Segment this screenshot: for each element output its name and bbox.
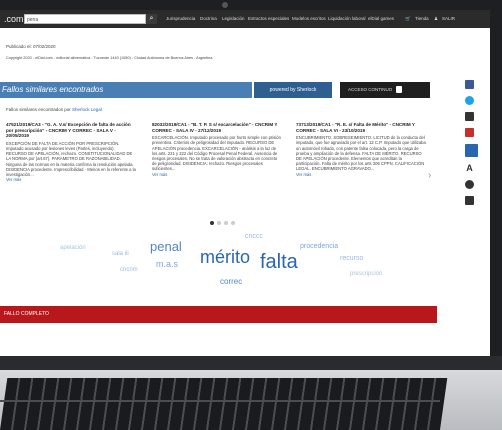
ruling-card-body: EXCEPCIÓN DE FALTA DE ACCIÓN POR PRESCRI… bbox=[6, 140, 136, 177]
nav-item-doctrina[interactable]: Doctrina bbox=[200, 16, 217, 21]
ruling-card-body: EXCARCELACIÓN. Imputado procesado por hu… bbox=[152, 135, 281, 172]
similar-rulings-banner-text: Fallos similares encontrados bbox=[2, 85, 104, 94]
cart-icon[interactable]: 🛒 bbox=[405, 16, 411, 22]
ruling-card-more-link[interactable]: Ver más bbox=[296, 172, 311, 177]
logout-link[interactable]: SALIR bbox=[442, 16, 455, 21]
similar-rulings-caption: Fallos similares encontrados por Sherloc… bbox=[6, 107, 102, 112]
cloud-word[interactable]: prescripción bbox=[350, 271, 382, 277]
copyright-line: Copyright 2020 - elDial.com - editorial … bbox=[6, 56, 213, 60]
cloud-word[interactable]: penal bbox=[150, 239, 182, 254]
continuous-access-button[interactable]: ACCESO CONTINUO bbox=[340, 82, 430, 98]
ruling-card-more-link[interactable]: Ver más bbox=[152, 172, 167, 177]
ruling-card-more-link[interactable]: Ver más bbox=[6, 177, 21, 182]
nav-item-liquidacion[interactable]: Liquidación laboral bbox=[328, 16, 366, 21]
keyboard-row-divider bbox=[0, 400, 440, 402]
nav-item-games[interactable]: elDial games bbox=[368, 16, 394, 21]
ruling-card[interactable]: 47521/2019/CA3 - "G. A. V.s/ Excepción d… bbox=[6, 122, 136, 204]
font-size-icon[interactable]: A bbox=[465, 164, 474, 173]
ruling-card-title[interactable]: 82032/2019/CA1 - "B. T. P. S s/ excarcel… bbox=[152, 122, 282, 133]
nav-item-modelos[interactable]: Modelos escritos bbox=[292, 16, 326, 21]
carousel-next-icon[interactable]: › bbox=[428, 170, 431, 181]
search-input[interactable]: pena bbox=[24, 14, 146, 24]
nav-item-legislacion[interactable]: Legislación bbox=[222, 16, 245, 21]
keyboard bbox=[0, 378, 448, 430]
similar-rulings-banner: Fallos similares encontrados bbox=[0, 82, 252, 98]
full-ruling-bar[interactable]: FALLO COMPLETO bbox=[0, 306, 437, 323]
sherlock-link[interactable]: Sherlock Legal bbox=[72, 107, 102, 112]
powered-by-button[interactable]: powered by Sherlock bbox=[254, 82, 332, 98]
tag-cloud: penal mérito falta procedencia cnccc m.a… bbox=[0, 225, 440, 303]
lock-icon bbox=[396, 86, 402, 93]
published-date: Publicado el: 07/02/2020 bbox=[6, 44, 56, 49]
cloud-word[interactable]: correc bbox=[220, 277, 242, 286]
cloud-word[interactable]: cncrim bbox=[120, 267, 138, 273]
twitter-icon[interactable] bbox=[465, 96, 474, 105]
cloud-word[interactable]: cnccc bbox=[245, 233, 263, 240]
facebook-icon[interactable] bbox=[465, 80, 474, 89]
similar-rulings-text: Fallos similares encontrados por bbox=[6, 107, 71, 112]
ruling-card-title[interactable]: 73713/2019/CA1 - "R. E. s/ Falta de Méri… bbox=[296, 122, 426, 133]
cloud-word[interactable]: recurso bbox=[340, 255, 363, 262]
cloud-word[interactable]: sala iii bbox=[112, 251, 129, 257]
site-logo[interactable]: .com bbox=[4, 14, 24, 24]
ruling-card[interactable]: 73713/2019/CA1 - "R. E. s/ Falta de Méri… bbox=[296, 122, 426, 204]
cloud-word[interactable]: apelación bbox=[60, 245, 86, 251]
cloud-word[interactable]: falta bbox=[260, 251, 298, 274]
cloud-word[interactable]: mérito bbox=[200, 247, 250, 268]
search-icon[interactable]: ⌕ bbox=[146, 14, 157, 24]
nav-item-extractos[interactable]: Extractos especiales bbox=[248, 16, 289, 21]
linkedin-icon[interactable] bbox=[465, 112, 474, 121]
ruling-card[interactable]: 82032/2019/CA1 - "B. T. P. S s/ excarcel… bbox=[152, 122, 282, 204]
user-icon[interactable]: ♟ bbox=[434, 16, 438, 22]
top-navigation-bar: .com pena ⌕ Jurisprudencia Doctrina Legi… bbox=[0, 10, 490, 28]
browser-screen: .com pena ⌕ Jurisprudencia Doctrina Legi… bbox=[0, 10, 490, 356]
print-icon[interactable] bbox=[465, 180, 474, 189]
laptop-bezel-bottom bbox=[0, 356, 502, 370]
nav-item-jurisprudencia[interactable]: Jurisprudencia bbox=[166, 16, 195, 21]
youtube-icon[interactable] bbox=[465, 128, 474, 137]
bookmark-icon[interactable] bbox=[465, 144, 478, 157]
ruling-card-body: ENCUBRIMIENTO. SOBRESEIMIENTO. LICITUD d… bbox=[296, 135, 426, 172]
cart-label[interactable]: Tienda bbox=[415, 16, 429, 21]
ruling-card-title[interactable]: 47521/2019/CA3 - "G. A. V.s/ Excepción d… bbox=[6, 122, 136, 139]
social-share-bar: A bbox=[462, 80, 478, 230]
cloud-word[interactable]: m.a.s bbox=[156, 259, 178, 269]
cloud-word[interactable]: procedencia bbox=[300, 243, 338, 250]
camera bbox=[222, 2, 228, 8]
full-ruling-label: FALLO COMPLETO bbox=[4, 311, 49, 317]
settings-icon[interactable] bbox=[465, 196, 474, 205]
